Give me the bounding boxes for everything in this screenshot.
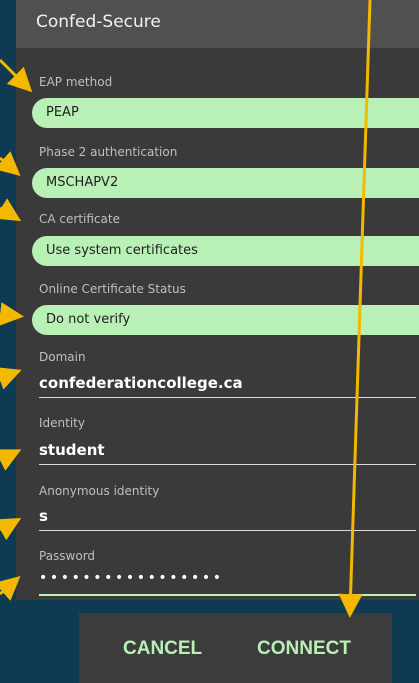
ocsp-label: Online Certificate Status	[39, 282, 186, 296]
wifi-config-dialog: Confed-Secure EAP method PEAP Phase 2 au…	[16, 0, 419, 600]
ca-cert-value: Use system certificates	[46, 243, 198, 258]
domain-label: Domain	[39, 350, 86, 364]
anon-identity-input[interactable]: s	[39, 505, 416, 531]
cancel-button[interactable]: CANCEL	[123, 638, 202, 660]
identity-input[interactable]: student	[39, 439, 416, 465]
password-value: •••••••••••••••••	[39, 570, 224, 586]
arrow-password	[0, 576, 21, 601]
arrow-ca-cert	[0, 198, 22, 222]
arrow-domain	[0, 367, 22, 390]
arrow-phase2	[0, 151, 21, 176]
dialog-button-bar: CANCEL CONNECT	[79, 613, 392, 683]
identity-label: Identity	[39, 416, 85, 430]
ocsp-value: Do not verify	[46, 312, 131, 327]
dialog-title-bar: Confed-Secure	[16, 0, 419, 48]
password-label: Password	[39, 549, 96, 563]
anon-identity-label: Anonymous identity	[39, 484, 160, 498]
phase2-dropdown[interactable]: MSCHAPV2	[32, 168, 419, 198]
phase2-label: Phase 2 authentication	[39, 145, 178, 159]
connect-button[interactable]: CONNECT	[257, 638, 351, 660]
eap-method-label: EAP method	[39, 75, 113, 89]
eap-method-dropdown[interactable]: PEAP	[32, 98, 419, 128]
ca-cert-dropdown[interactable]: Use system certificates	[32, 236, 419, 266]
ocsp-dropdown[interactable]: Do not verify	[32, 305, 419, 335]
identity-value: student	[39, 441, 105, 459]
ca-cert-label: CA certificate	[39, 212, 120, 226]
password-input[interactable]: •••••••••••••••••	[39, 570, 416, 596]
arrow-anon-identity	[0, 518, 22, 541]
domain-input[interactable]: confederationcollege.ca	[39, 372, 416, 398]
anon-identity-value: s	[39, 507, 48, 525]
eap-method-value: PEAP	[46, 105, 79, 120]
domain-value: confederationcollege.ca	[39, 374, 243, 392]
arrow-identity	[0, 449, 22, 471]
phase2-value: MSCHAPV2	[46, 175, 119, 190]
dialog-title: Confed-Secure	[36, 12, 161, 32]
password-focus-underline	[39, 594, 416, 596]
